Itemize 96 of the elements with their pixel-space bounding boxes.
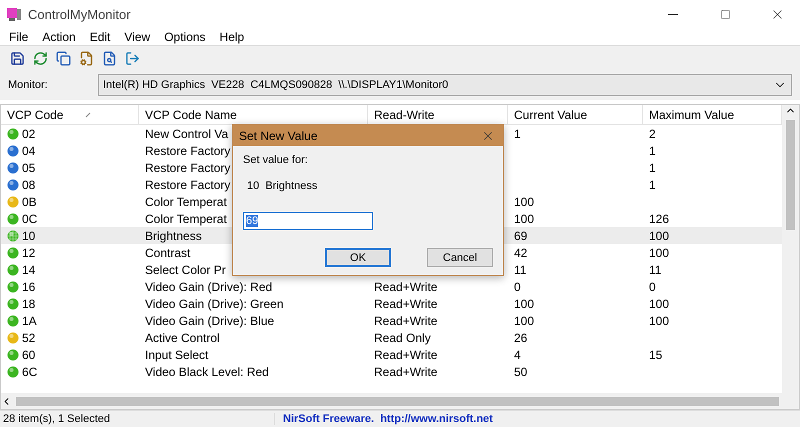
table-cell-text: 0 (648, 280, 656, 294)
table-cell-text: Read+Write (373, 280, 438, 294)
table-cell-text: 11 (513, 262, 526, 276)
menu-item[interactable]: Options (157, 30, 213, 44)
table-cell-text: 100 (648, 246, 670, 260)
table-cell-text: Read+Write (373, 348, 438, 362)
table-cell: 05 (22, 160, 36, 174)
ok-button[interactable]: OK (325, 248, 391, 267)
horizontal-scrollbar[interactable] (1, 393, 799, 409)
table-cell: 0B (22, 194, 37, 208)
table-cell-text: 11 (648, 262, 662, 276)
scroll-thumb[interactable] (16, 396, 779, 406)
table-cell-text: New Control Va (144, 126, 228, 140)
table-cell-text: 126 (648, 212, 670, 226)
table-cell-text: 69 (513, 228, 528, 242)
table-cell-text: 100 (648, 228, 670, 242)
value-field[interactable]: 69 (243, 212, 373, 230)
table-cell-text: 100 (648, 314, 670, 328)
cancel-button[interactable]: Cancel (427, 248, 493, 267)
search-icon (102, 50, 116, 66)
table-cell-text: Video Gain (Drive): Red (144, 280, 272, 294)
table-cell: 6C (22, 364, 38, 378)
table-cell: 0C (22, 212, 38, 226)
menu-item[interactable]: Help (212, 30, 252, 44)
table-cell-text: Input Select (144, 348, 208, 362)
exit-icon (124, 50, 140, 66)
table-cell-text: Brightness (144, 228, 202, 242)
table-cell-text: 1 (648, 178, 656, 192)
table-cell-text: Restore Factory (144, 178, 230, 192)
exit-button[interactable] (123, 49, 141, 67)
save-button[interactable] (8, 49, 26, 67)
table-cell-text: 100 (513, 212, 534, 226)
column-header[interactable]: VCP Code (1, 105, 139, 124)
monitor-dropdown[interactable]: Intel(R) HD Graphics VE228 C4LMQS090828 \\.\DISPLAY1\Monitor0 (98, 74, 792, 96)
window-title: ControlMyMonitor (28, 6, 132, 22)
table-cell: 52 (22, 330, 36, 344)
table-cell-text: 1 (648, 160, 656, 174)
menu-item[interactable]: File (2, 30, 36, 44)
table-cell-text: 15 (648, 348, 662, 362)
table-cell: 02 (22, 126, 36, 140)
table-cell-text: 1 (648, 144, 656, 158)
table-cell-text: 100 (513, 314, 534, 328)
table-cell-text: 2 (648, 126, 656, 140)
table-cell-text: Active Control (144, 330, 220, 344)
table-cell-text: Color Temperat (144, 194, 227, 208)
table-cell-text: 4 (513, 348, 521, 362)
item-label: 10 Brightness (247, 180, 318, 192)
table-cell: 08 (22, 178, 36, 192)
copy-icon (56, 50, 70, 66)
table-cell-text: 0 (513, 280, 521, 294)
sort-icon (85, 112, 92, 118)
save-icon (10, 50, 24, 66)
table-cell-text: Read Only (373, 330, 431, 344)
table-cell-text: Restore Factory (144, 160, 230, 174)
menu-item[interactable]: Action (35, 30, 83, 44)
column-header[interactable]: Current Value (508, 105, 643, 124)
table-cell: 10 (22, 228, 36, 242)
table-cell: 60 (22, 348, 36, 362)
table-cell-text: 42 (513, 246, 528, 260)
table-cell-text: Contrast (144, 246, 190, 260)
table-cell: 12 (22, 246, 36, 260)
table-cell: 16 (22, 280, 36, 294)
table-cell-text: Video Gain (Drive): Blue (144, 314, 274, 328)
table-cell-text: 50 (513, 364, 528, 378)
prompt-text: Set value for: (243, 154, 309, 166)
monitor-label: Monitor: (8, 79, 49, 91)
status-text: 28 item(s), 1 Selected (0, 413, 275, 425)
properties-icon (78, 50, 94, 66)
table-cell-text: 100 (648, 296, 670, 310)
credit-link[interactable]: NirSoft Freeware. http://www.nirsoft.net (275, 413, 800, 425)
table-cell: 04 (22, 144, 36, 158)
table-cell-text: 1 (513, 126, 521, 140)
table-cell-text: Select Color Pr (144, 262, 226, 276)
table-cell-text: 100 (513, 194, 534, 208)
table-cell-text: Read+Write (373, 364, 438, 378)
dialog-title: Set New Value (239, 128, 318, 142)
vertical-scrollbar[interactable] (782, 105, 799, 393)
refresh-button[interactable] (31, 49, 49, 67)
table-cell: 14 (22, 262, 36, 276)
refresh-icon (32, 50, 48, 66)
table-cell-text: Video Gain (Drive): Green (144, 296, 284, 310)
table-cell-text: 100 (513, 296, 534, 310)
copy-button[interactable] (54, 49, 72, 67)
table-cell-text: Color Temperat (144, 212, 227, 226)
table-cell-text: Restore Factory (144, 144, 230, 158)
table-cell-text: Read+Write (373, 296, 438, 310)
menu-item[interactable]: Edit (82, 30, 118, 44)
table-cell-text: 26 (513, 330, 528, 344)
scroll-thumb[interactable] (786, 120, 795, 230)
maximize-icon (720, 8, 730, 20)
menu-item[interactable]: View (117, 30, 158, 44)
app-icon (6, 6, 22, 22)
table-cell-text: Read+Write (373, 314, 438, 328)
table-cell-text: Video Black Level: Red (144, 364, 269, 378)
table-cell: 1A (22, 314, 37, 328)
table-cell: 18 (22, 296, 36, 310)
